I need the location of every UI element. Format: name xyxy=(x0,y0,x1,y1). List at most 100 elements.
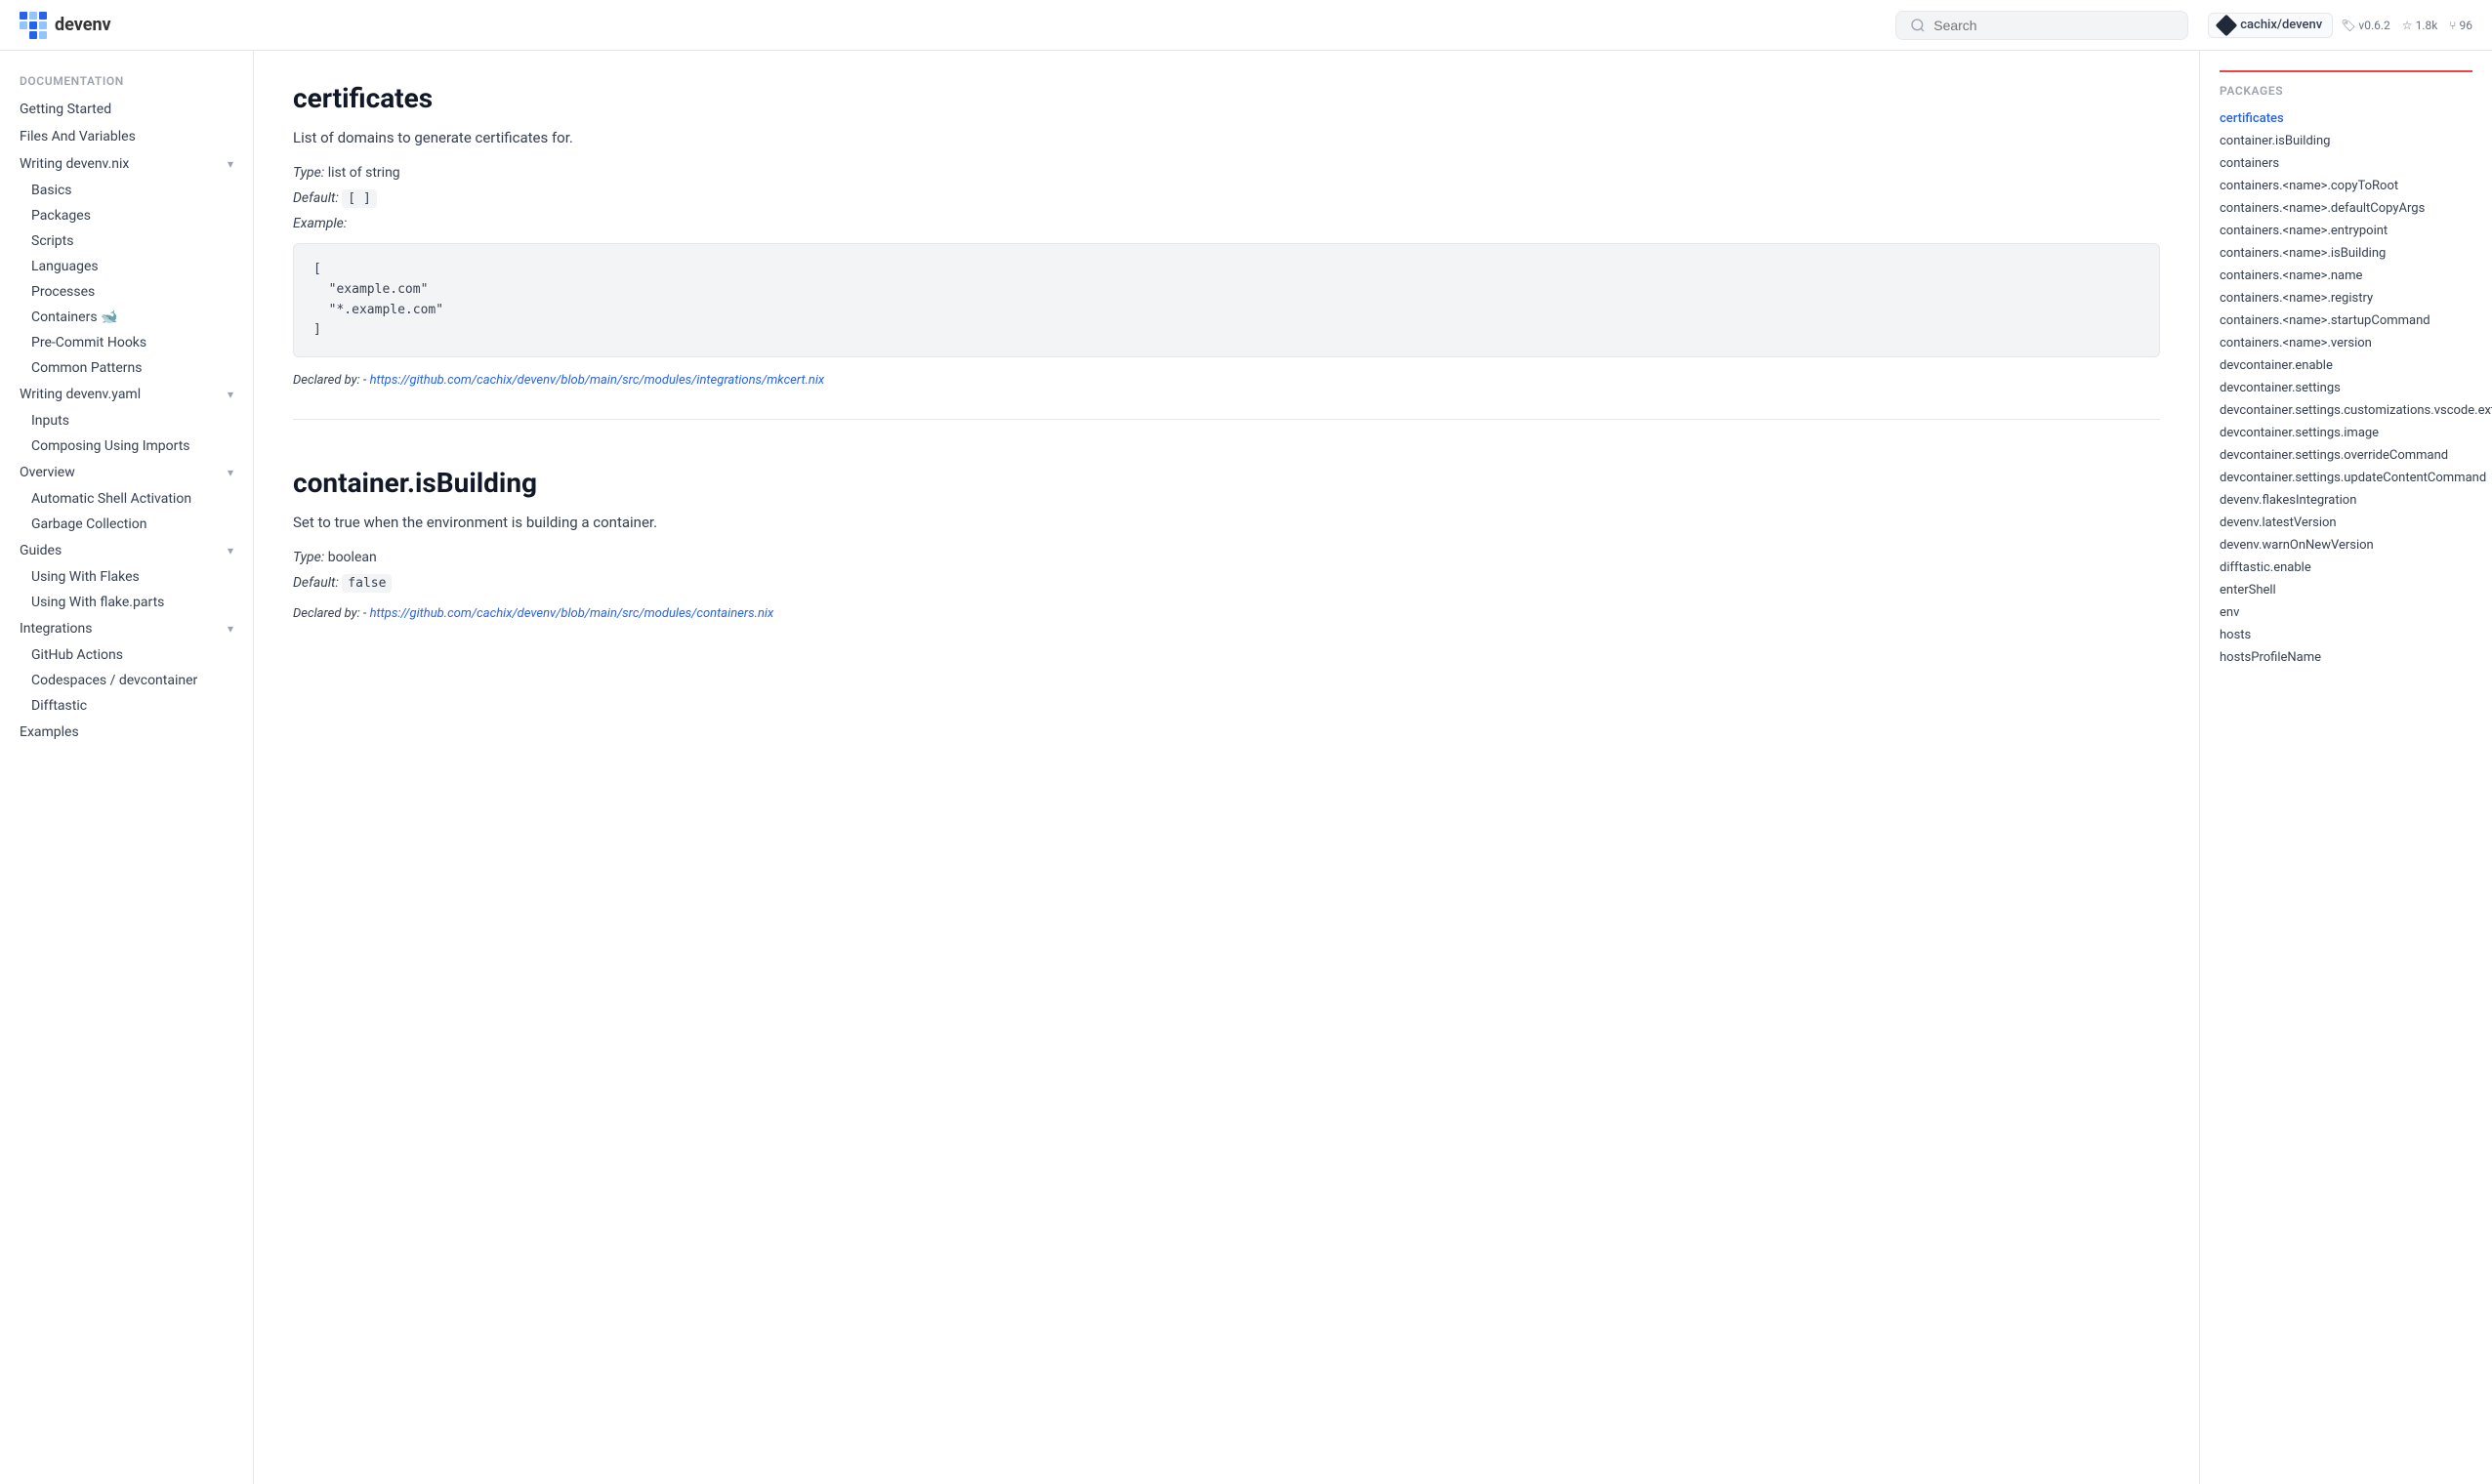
fork-icon: ⑂ xyxy=(2449,19,2456,32)
logo-dot-9 xyxy=(39,31,47,39)
chevron-icon: ▾ xyxy=(228,157,233,171)
sidebar-item-garbage-collection[interactable]: Garbage Collection xyxy=(0,512,253,537)
sidebar-item-basics[interactable]: Basics xyxy=(0,178,253,203)
sidebar-item-overview[interactable]: Overview▾ xyxy=(0,459,253,486)
field-type-container-is-building: Type: boolean xyxy=(293,550,2160,565)
toc-item-env[interactable]: env xyxy=(2220,601,2472,624)
sidebar-item-getting-started[interactable]: Getting Started xyxy=(0,96,253,123)
sidebar-item-examples[interactable]: Examples xyxy=(0,719,253,746)
sidebar-item-label: Integrations xyxy=(20,621,92,637)
sidebar-section-documentation: Documentation xyxy=(0,70,253,96)
sidebar-item-label: Getting Started xyxy=(20,102,111,117)
toc-item-containers-name-version[interactable]: containers.<name>.version xyxy=(2220,332,2472,354)
toc-item-devcontainer-settings-updatecontentcommand[interactable]: devcontainer.settings.updateContentComma… xyxy=(2220,467,2472,489)
sidebar-item-inputs[interactable]: Inputs xyxy=(0,408,253,433)
sidebar-subitem-label: Garbage Collection xyxy=(31,516,147,532)
sidebar-item-automatic-shell-activation[interactable]: Automatic Shell Activation xyxy=(0,486,253,512)
search-bar[interactable] xyxy=(1895,11,2188,40)
repo-forks: ⑂ 96 xyxy=(2449,19,2472,32)
sidebar-item-composing-using-imports[interactable]: Composing Using Imports xyxy=(0,433,253,459)
sidebar-item-scripts[interactable]: Scripts xyxy=(0,228,253,254)
section-desc-container-is-building: Set to true when the environment is buil… xyxy=(293,511,2160,534)
toc-item-containers-name-registry[interactable]: containers.<name>.registry xyxy=(2220,287,2472,309)
section-title-certificates: certificates xyxy=(293,82,2160,114)
toc-item-entershell[interactable]: enterShell xyxy=(2220,579,2472,601)
sidebar-subitem-label: Difftastic xyxy=(31,698,87,714)
toc-item-devenv-latestversion[interactable]: devenv.latestVersion xyxy=(2220,512,2472,534)
sidebar-item-writing-devenv-yaml[interactable]: Writing devenv.yaml▾ xyxy=(0,381,253,408)
toc-item-hosts[interactable]: hosts xyxy=(2220,624,2472,646)
sidebar-item-label: Files And Variables xyxy=(20,129,136,144)
repo-version: 🏷 v0.6.2 xyxy=(2341,19,2390,32)
toc-item-containers-name-copytoroot[interactable]: containers.<name>.copyToRoot xyxy=(2220,175,2472,197)
sidebar-item-using-with-flakes[interactable]: Using With Flakes xyxy=(0,564,253,590)
toc-top-indicator xyxy=(2220,70,2472,72)
repo-badge[interactable]: cachix/devenv xyxy=(2208,13,2333,38)
toc-item-container-is-building[interactable]: container.isBuilding xyxy=(2220,130,2472,152)
stars-label: 1.8k xyxy=(2416,19,2438,32)
sidebar-item-files-and-variables[interactable]: Files And Variables xyxy=(0,123,253,150)
sidebar-item-difftastic[interactable]: Difftastic xyxy=(0,693,253,719)
sidebar-item-processes[interactable]: Processes xyxy=(0,279,253,305)
logo[interactable]: devenv xyxy=(20,12,111,39)
section-title-container-is-building: container.isBuilding xyxy=(293,467,2160,499)
toc-item-containers-name-entrypoint[interactable]: containers.<name>.entrypoint xyxy=(2220,220,2472,242)
toc-section-label: packages xyxy=(2220,84,2472,98)
sidebar-item-github-actions[interactable]: GitHub Actions xyxy=(0,642,253,668)
forks-label: 96 xyxy=(2460,19,2473,32)
logo-dot-1 xyxy=(20,12,27,20)
repo-name: cachix/devenv xyxy=(2240,18,2322,32)
sidebar-subitem-label: Basics xyxy=(31,183,72,198)
sidebar-item-guides[interactable]: Guides▾ xyxy=(0,537,253,564)
sidebar-subitem-label: Scripts xyxy=(31,233,73,249)
toc-item-devcontainer-settings-customizations-vscode-extensions[interactable]: devcontainer.settings.customizations.vsc… xyxy=(2220,399,2472,422)
declared-by-link-container-is-building[interactable]: https://github.com/cachix/devenv/blob/ma… xyxy=(370,606,774,621)
section-divider xyxy=(293,419,2160,420)
search-input[interactable] xyxy=(1933,18,2174,33)
repo-diamond-icon xyxy=(2216,14,2238,36)
header-right: cachix/devenv 🏷 v0.6.2 ☆ 1.8k ⑂ 96 xyxy=(2208,13,2472,38)
sidebar-subitem-label: Composing Using Imports xyxy=(31,438,190,454)
sidebar-item-packages[interactable]: Packages xyxy=(0,203,253,228)
section-certificates: certificates List of domains to generate … xyxy=(293,82,2160,420)
toc-item-containers[interactable]: containers xyxy=(2220,152,2472,175)
sidebar: Documentation Getting Started Files And V… xyxy=(0,51,254,1484)
toc-item-devcontainer-settings[interactable]: devcontainer.settings xyxy=(2220,377,2472,399)
header: devenv cachix/devenv 🏷 v0.6.2 ☆ 1.8k ⑂ 9… xyxy=(0,0,2492,51)
logo-dot-3 xyxy=(39,12,47,20)
declared-by-link-certificates[interactable]: https://github.com/cachix/devenv/blob/ma… xyxy=(370,373,825,388)
section-desc-certificates: List of domains to generate certificates… xyxy=(293,126,2160,149)
logo-icon xyxy=(20,12,47,39)
sidebar-item-common-patterns[interactable]: Common Patterns xyxy=(0,355,253,381)
sidebar-subitem-label: Common Patterns xyxy=(31,360,143,376)
toc-item-certificates[interactable]: certificates xyxy=(2220,107,2472,130)
toc-item-devenv-warnonnewversion[interactable]: devenv.warnOnNewVersion xyxy=(2220,534,2472,556)
logo-dot-6 xyxy=(39,21,47,29)
repo-stars: ☆ 1.8k xyxy=(2402,19,2438,32)
code-block-certificates: [ "example.com" "*.example.com" ] xyxy=(293,243,2160,357)
star-icon: ☆ xyxy=(2402,19,2413,32)
sidebar-item-writing-devenv-nix[interactable]: Writing devenv.nix▾ xyxy=(0,150,253,178)
sidebar-item-integrations[interactable]: Integrations▾ xyxy=(0,615,253,642)
logo-dot-5 xyxy=(29,21,37,29)
sidebar-item-codespaces-devcontainer[interactable]: Codespaces / devcontainer xyxy=(0,668,253,693)
section-container-is-building: container.isBuilding Set to true when the… xyxy=(293,467,2160,621)
toc-item-containers-name-isbuilding[interactable]: containers.<name>.isBuilding xyxy=(2220,242,2472,265)
toc-item-devcontainer-settings-image[interactable]: devcontainer.settings.image xyxy=(2220,422,2472,444)
toc-item-hostsprofilename[interactable]: hostsProfileName xyxy=(2220,646,2472,669)
sidebar-item-containers[interactable]: Containers 🐋 xyxy=(0,305,253,330)
toc-item-difftastic-enable[interactable]: difftastic.enable xyxy=(2220,556,2472,579)
toc-item-containers-name-defaultcopyargs[interactable]: containers.<name>.defaultCopyArgs xyxy=(2220,197,2472,220)
toc-item-containers-name-startupcommand[interactable]: containers.<name>.startupCommand xyxy=(2220,309,2472,332)
sidebar-item-using-with-flake-parts[interactable]: Using With flake.parts xyxy=(0,590,253,615)
sidebar-item-pre-commit-hooks[interactable]: Pre-Commit Hooks xyxy=(0,330,253,355)
toc-item-devcontainer-settings-overridecommand[interactable]: devcontainer.settings.overrideCommand xyxy=(2220,444,2472,467)
toc-item-containers-name-name[interactable]: containers.<name>.name xyxy=(2220,265,2472,287)
sidebar-subitem-label: Pre-Commit Hooks xyxy=(31,335,146,350)
toc-item-devenv-flakesintegration[interactable]: devenv.flakesIntegration xyxy=(2220,489,2472,512)
toc-item-devcontainer-enable[interactable]: devcontainer.enable xyxy=(2220,354,2472,377)
sidebar-subitem-label: Inputs xyxy=(31,413,69,429)
sidebar-item-languages[interactable]: Languages xyxy=(0,254,253,279)
sidebar-subitem-label: Languages xyxy=(31,259,99,274)
sidebar-subitem-label: Packages xyxy=(31,208,91,224)
